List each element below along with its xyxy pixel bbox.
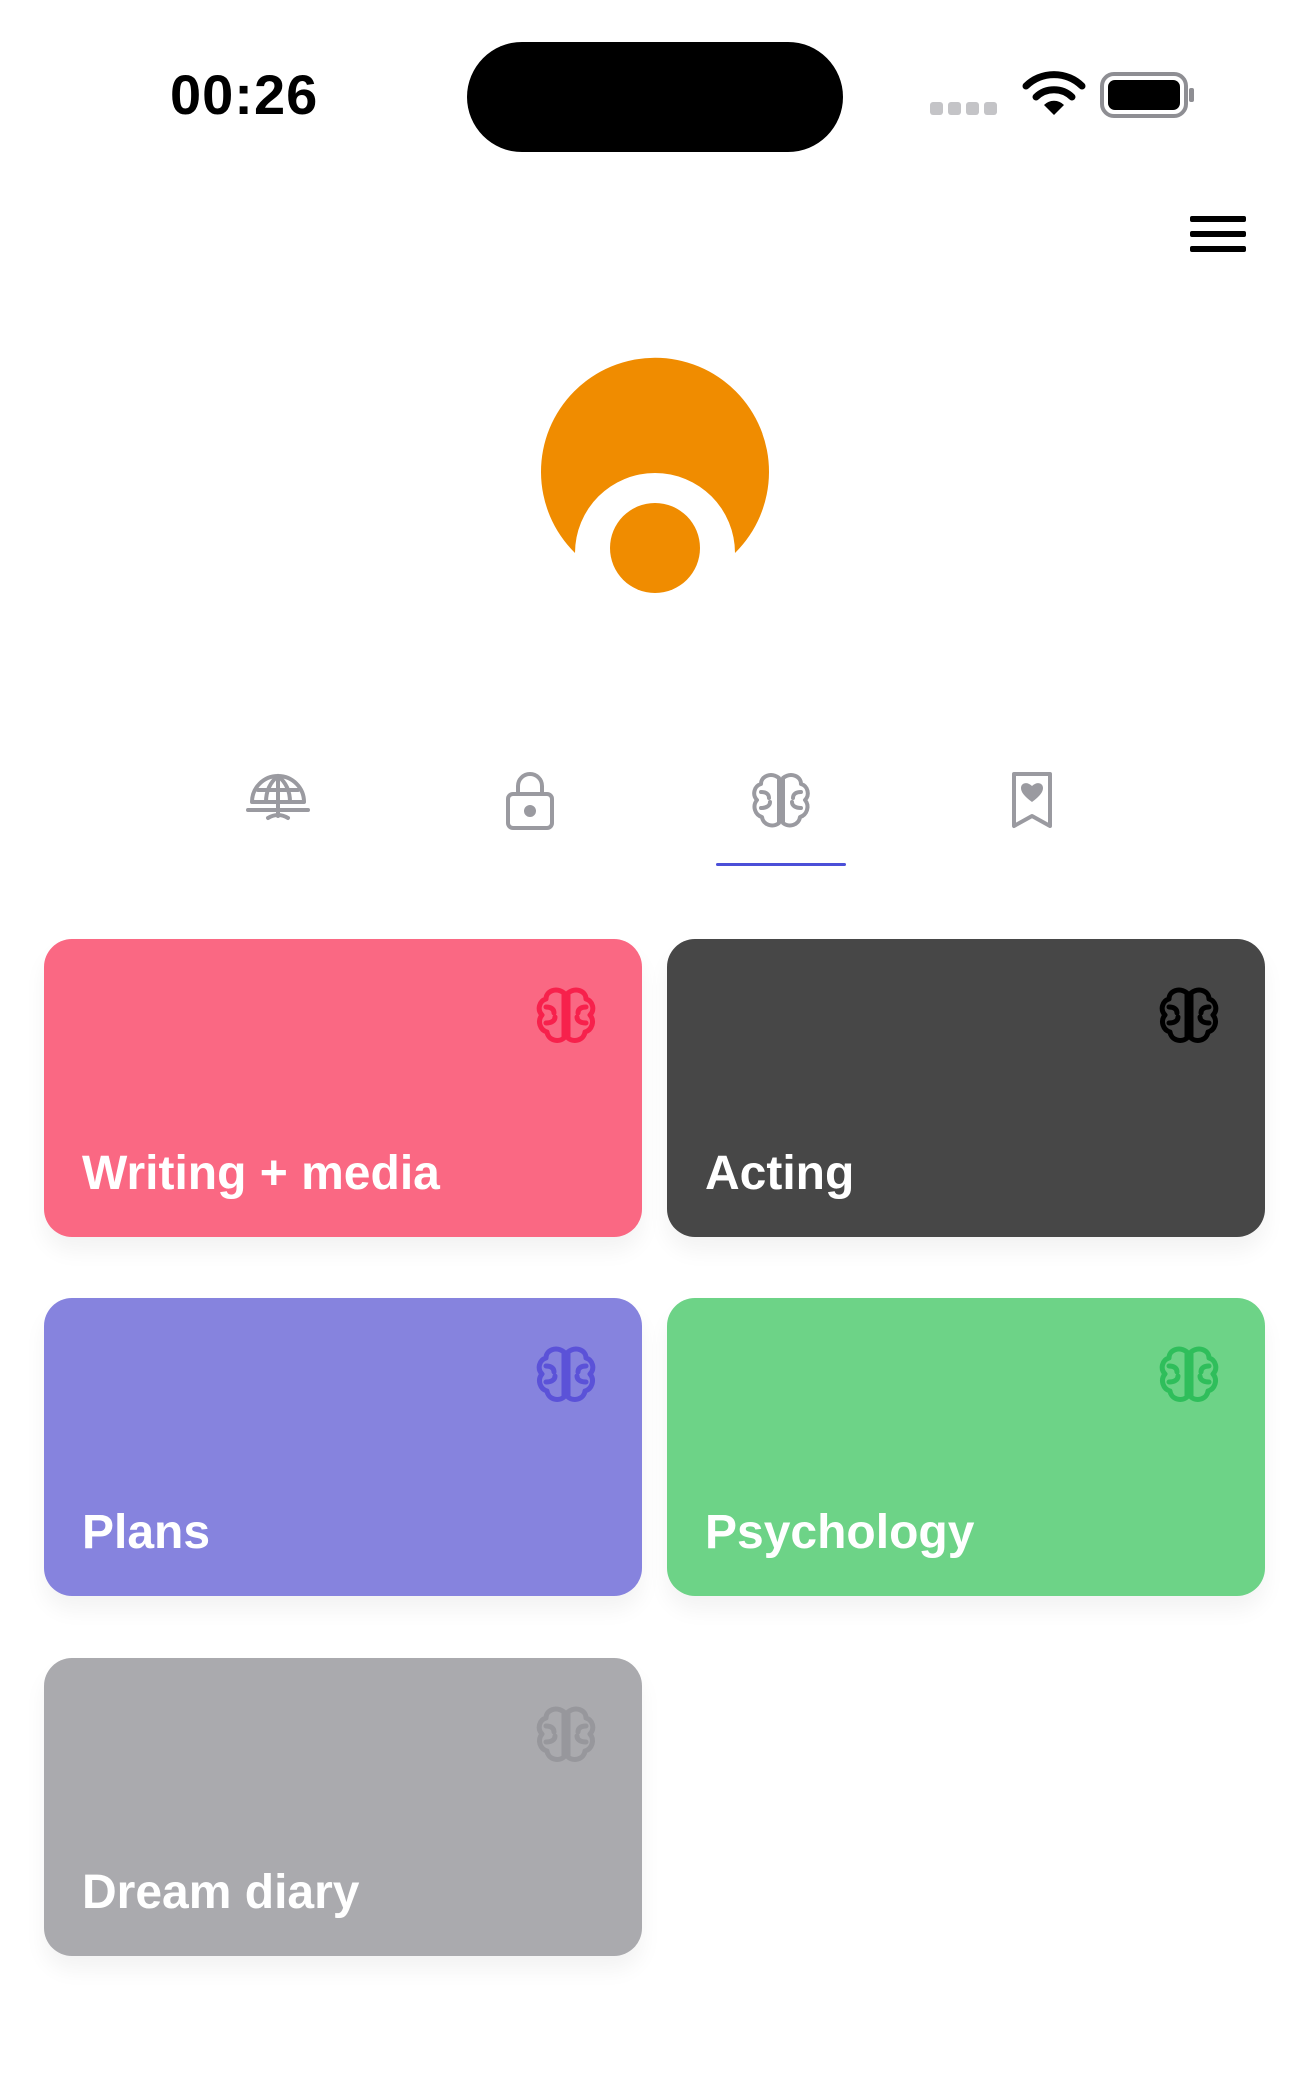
brain-icon [752, 773, 810, 828]
card-writing-media[interactable]: Writing + media [44, 939, 642, 1237]
tab-bookmarks[interactable] [962, 760, 1102, 870]
card-label: Plans [82, 1506, 211, 1559]
card-acting[interactable]: Acting [667, 939, 1265, 1237]
active-tab-indicator [716, 863, 846, 866]
brain-icon [536, 1346, 596, 1402]
tab-umbrella[interactable] [208, 760, 348, 870]
dynamic-island [467, 42, 843, 152]
tab-bar [0, 760, 1309, 870]
card-psychology[interactable]: Psychology [667, 1298, 1265, 1596]
hamburger-menu-icon[interactable] [1186, 210, 1248, 258]
umbrella-globe-icon [246, 774, 310, 820]
cellular-signal-icon [930, 102, 1000, 116]
card-label: Dream diary [82, 1866, 360, 1919]
battery-icon [1100, 72, 1194, 118]
bookmark-heart-icon [1012, 772, 1052, 828]
brain-icon [536, 987, 596, 1043]
tab-brain[interactable] [711, 760, 851, 870]
brain-icon [536, 1706, 596, 1762]
wifi-icon [1022, 71, 1086, 115]
brain-icon [1159, 987, 1219, 1043]
card-plans[interactable]: Plans [44, 1298, 642, 1596]
status-time: 00:26 [170, 63, 319, 126]
card-label: Writing + media [82, 1147, 440, 1200]
app-logo [541, 357, 769, 593]
lock-icon [506, 772, 554, 830]
card-label: Acting [705, 1147, 855, 1200]
tab-lock[interactable] [460, 760, 600, 870]
brain-icon [1159, 1346, 1219, 1402]
card-dream-diary[interactable]: Dream diary [44, 1658, 642, 1956]
card-label: Psychology [705, 1506, 975, 1559]
